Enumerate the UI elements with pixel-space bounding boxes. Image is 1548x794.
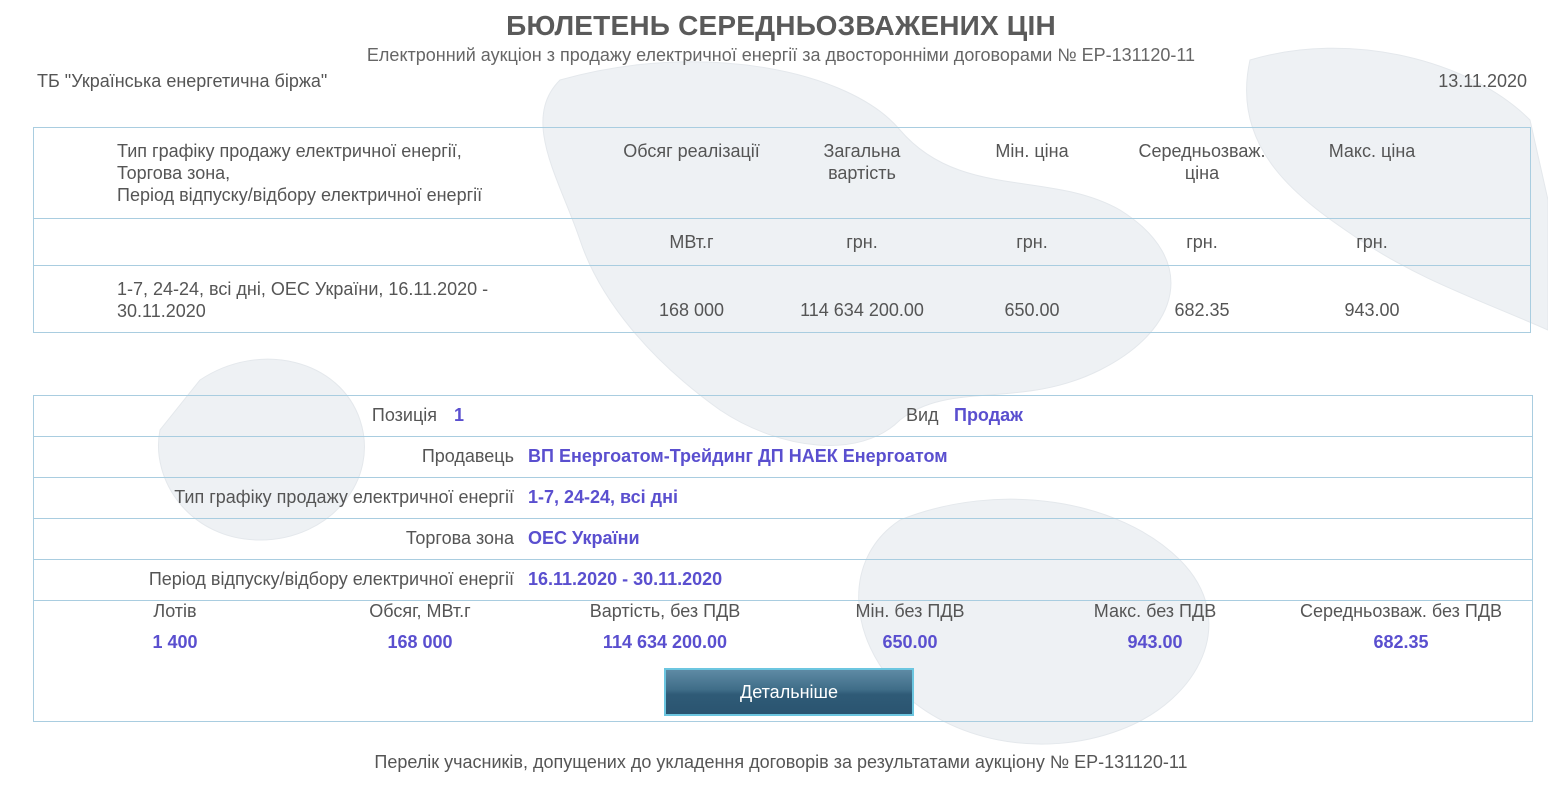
stat-lots: Лотів 1 400 bbox=[52, 601, 298, 653]
stat-value: 114 634 200.00 bbox=[602, 632, 728, 652]
stat-value: 1 400 bbox=[152, 632, 198, 652]
page-subtitle: Електронний аукціон з продажу електрично… bbox=[366, 45, 1196, 65]
stat-value: 943.00 bbox=[1127, 632, 1183, 652]
summary-header-row: Тип графіку продажу електричної енергії,… bbox=[34, 128, 1530, 219]
seller-value: ВП Енергоатом-Трейдинг ДП НАЕК Енергоато… bbox=[528, 446, 948, 466]
participants-list-link[interactable]: Перелік учасників, допущених до укладенн… bbox=[0, 752, 1548, 773]
stat-label: Вартість, без ПДВ bbox=[589, 601, 741, 621]
stat-label: Обсяг, МВт.г bbox=[369, 601, 471, 621]
row-description: 1-7, 24-24, всі дні, ОЕС України, 16.11.… bbox=[117, 278, 557, 322]
stat-label: Мін. без ПДВ bbox=[855, 601, 965, 621]
detail-row-period: Період відпуску/відбору електричної енер… bbox=[34, 560, 1532, 601]
unit-avg: грн. bbox=[1186, 232, 1218, 252]
kind-value: Продаж bbox=[954, 405, 1023, 425]
header-line: Торгова зона, bbox=[117, 163, 231, 183]
unit-volume: МВт.г bbox=[669, 232, 714, 252]
summary-units-row: МВт.г грн. грн. грн. грн. bbox=[34, 219, 1530, 266]
stat-volume: Обсяг, МВт.г 168 000 bbox=[297, 601, 543, 653]
header-schedule-zone-period: Тип графіку продажу електричної енергії,… bbox=[117, 140, 557, 206]
detail-row-schedule: Тип графіку продажу електричної енергії … bbox=[34, 478, 1532, 519]
row-total: 114 634 200.00 bbox=[800, 300, 924, 320]
header-line: Тип графіку продажу електричної енергії, bbox=[117, 141, 462, 161]
header-volume: Обсяг реалізації bbox=[623, 141, 760, 161]
header-max-price: Макс. ціна bbox=[1328, 141, 1416, 161]
header-total-cost: Загальна вартість bbox=[767, 140, 957, 184]
unit-total: грн. bbox=[846, 232, 878, 252]
header-line: Загальна bbox=[823, 141, 901, 161]
stat-label: Макс. без ПДВ bbox=[1093, 601, 1217, 621]
page-title: БЮЛЕТЕНЬ СЕРЕДНЬОЗВАЖЕНИХ ЦІН bbox=[506, 10, 1056, 41]
stat-value: 168 000 bbox=[387, 632, 453, 652]
row-volume: 168 000 bbox=[658, 300, 725, 320]
stat-min: Мін. без ПДВ 650.00 bbox=[787, 601, 1033, 653]
schedule-value: 1-7, 24-24, всі дні bbox=[528, 487, 678, 507]
zone-label: Торгова зона bbox=[405, 528, 514, 548]
kind-label: Вид bbox=[906, 405, 939, 425]
details-button[interactable]: Детальніше bbox=[664, 668, 914, 716]
row-description-line: 30.11.2020 bbox=[117, 301, 206, 321]
detail-row-seller: Продавець ВП Енергоатом-Трейдинг ДП НАЕК… bbox=[34, 437, 1532, 478]
header-line: Період відпуску/відбору електричної енер… bbox=[117, 185, 483, 205]
position-stats: Лотів 1 400 Обсяг, МВт.г 168 000 Вартіст… bbox=[34, 601, 1532, 671]
header-line: Середньозваж. bbox=[1138, 141, 1266, 161]
period-value: 16.11.2020 - 30.11.2020 bbox=[528, 569, 723, 589]
bulletin-page: БЮЛЕТЕНЬ СЕРЕДНЬОЗВАЖЕНИХ ЦІН Електронни… bbox=[0, 0, 1548, 794]
row-description-line: 1-7, 24-24, всі дні, ОЕС України, 16.11.… bbox=[117, 279, 489, 299]
detail-row-zone: Торгова зона ОЕС України bbox=[34, 519, 1532, 560]
header-line: вартість bbox=[828, 163, 896, 183]
zone-value: ОЕС України bbox=[528, 528, 640, 548]
row-min: 650.00 bbox=[1004, 300, 1060, 320]
table-row: 1-7, 24-24, всі дні, ОЕС України, 16.11.… bbox=[34, 266, 1530, 332]
schedule-label: Тип графіку продажу електричної енергії bbox=[174, 487, 514, 507]
period-label: Період відпуску/відбору електричної енер… bbox=[148, 569, 514, 589]
bulletin-date: 13.11.2020 bbox=[1438, 71, 1527, 91]
row-avg: 682.35 bbox=[1174, 300, 1230, 320]
position-label: Позиція bbox=[371, 405, 437, 425]
row-max: 943.00 bbox=[1344, 300, 1400, 320]
header-line: ціна bbox=[1184, 163, 1220, 183]
unit-max: грн. bbox=[1356, 232, 1388, 252]
unit-min: грн. bbox=[1016, 232, 1048, 252]
summary-table: Тип графіку продажу електричної енергії,… bbox=[33, 127, 1531, 333]
stat-value: 650.00 bbox=[882, 632, 938, 652]
position-details: Позиція 1 Вид Продаж Продавець ВП Енерго… bbox=[33, 395, 1533, 722]
header-min-price: Мін. ціна bbox=[995, 141, 1069, 161]
header-avg-price: Середньозваж. ціна bbox=[1107, 140, 1297, 184]
seller-label: Продавець bbox=[421, 446, 514, 466]
stat-avg: Середньозваж. без ПДВ 682.35 bbox=[1278, 601, 1524, 653]
position-value: 1 bbox=[454, 405, 465, 425]
stat-cost: Вартість, без ПДВ 114 634 200.00 bbox=[542, 601, 788, 653]
exchange-name: ТБ "Українська енергетична біржа" bbox=[37, 71, 328, 91]
stat-max: Макс. без ПДВ 943.00 bbox=[1032, 601, 1278, 653]
stat-label: Лотів bbox=[153, 601, 197, 621]
stat-value: 682.35 bbox=[1373, 632, 1429, 652]
stat-label: Середньозваж. без ПДВ bbox=[1299, 601, 1503, 621]
detail-row-position: Позиція 1 Вид Продаж bbox=[34, 396, 1532, 437]
